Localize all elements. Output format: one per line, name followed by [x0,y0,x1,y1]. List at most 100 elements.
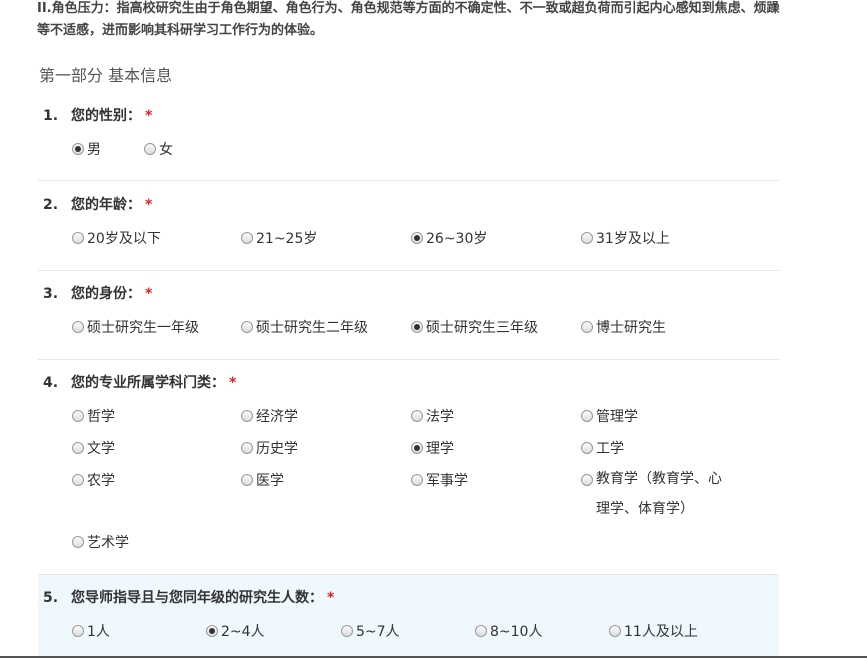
option-label: 21~25岁 [256,231,318,247]
radio-icon[interactable] [72,474,84,486]
question-3: 3. 您的身份： * 硕士研究生一年级 硕士研究生二年级 硕士研究生三年级 博士研究… [38,271,779,360]
option-discipline-history[interactable]: 历史学 [241,438,298,458]
option-discipline-medicine[interactable]: 医学 [241,470,284,490]
option-discipline-science[interactable]: 理学 [411,438,454,458]
radio-icon[interactable] [241,410,253,422]
option-discipline-engineering[interactable]: 工学 [581,438,624,458]
option-label: 法学 [426,409,454,425]
option-label: 教育学（教育学、心理学、体育学） [596,471,722,517]
required-mark: * [229,375,237,391]
question-2: 2. 您的年龄： * 20岁及以下 21~25岁 26~30岁 31岁及以上 [38,181,779,271]
option-label: 2~4人 [221,624,265,640]
question-4-title: 4. 您的专业所属学科门类： * [43,372,236,392]
option-count-5[interactable]: 11人及以上 [609,621,698,641]
option-label: 工学 [596,441,624,457]
radio-icon[interactable] [411,410,423,422]
radio-icon[interactable] [72,321,84,333]
option-age-3[interactable]: 26~30岁 [411,228,487,248]
option-label: 管理学 [596,409,638,425]
option-count-1[interactable]: 1人 [72,621,110,641]
option-label: 31岁及以上 [596,231,670,247]
option-label: 5~7人 [356,624,400,640]
option-discipline-art[interactable]: 艺术学 [72,532,129,552]
option-identity-2[interactable]: 硕士研究生二年级 [241,317,368,337]
question-number: 4. [43,375,59,391]
radio-icon[interactable] [341,625,353,637]
option-discipline-literature[interactable]: 文学 [72,438,115,458]
option-count-3[interactable]: 5~7人 [341,621,400,641]
option-identity-1[interactable]: 硕士研究生一年级 [72,317,199,337]
option-label: 女 [159,142,173,158]
option-label: 理学 [426,441,454,457]
required-mark: * [145,108,153,124]
radio-selected-icon[interactable] [72,143,84,155]
option-label: 26~30岁 [426,231,488,247]
question-text: 您的身份： [71,286,141,302]
option-label: 哲学 [87,409,115,425]
radio-icon[interactable] [72,232,84,244]
option-label: 农学 [87,473,115,489]
question-3-title: 3. 您的身份： * [43,283,152,303]
radio-icon[interactable] [581,321,593,333]
radio-selected-icon[interactable] [411,321,423,333]
option-label: 硕士研究生二年级 [256,320,368,336]
option-label: 20岁及以下 [87,231,161,247]
option-count-2[interactable]: 2~4人 [206,621,265,641]
option-discipline-military[interactable]: 军事学 [411,470,468,490]
radio-icon[interactable] [241,232,253,244]
radio-icon[interactable] [241,442,253,454]
radio-icon[interactable] [581,410,593,422]
radio-icon[interactable] [581,232,593,244]
option-age-1[interactable]: 20岁及以下 [72,228,161,248]
option-discipline-education[interactable]: 教育学（教育学、心理学、体育学） [581,464,731,524]
option-label: 医学 [256,473,284,489]
radio-icon[interactable] [411,474,423,486]
question-1-title: 1. 您的性别： * [43,105,152,125]
option-label: 硕士研究生三年级 [426,320,538,336]
radio-icon[interactable] [581,442,593,454]
option-label: 博士研究生 [596,320,666,336]
option-discipline-management[interactable]: 管理学 [581,406,638,426]
question-5-title: 5. 您导师指导且与您同年级的研究生人数： * [43,587,334,607]
question-number: 3. [43,286,59,302]
radio-selected-icon[interactable] [206,625,218,637]
question-5: 5. 您导师指导且与您同年级的研究生人数： * 1人 2~4人 5~7人 8~10人… [38,575,779,658]
option-label: 11人及以上 [624,624,698,640]
question-text: 您导师指导且与您同年级的研究生人数： [71,590,323,606]
question-4: 4. 您的专业所属学科门类： * 哲学 经济学 法学 管理学 文学 历史学 理学 工… [38,360,779,575]
option-age-2[interactable]: 21~25岁 [241,228,317,248]
radio-icon[interactable] [241,321,253,333]
option-discipline-agriculture[interactable]: 农学 [72,470,115,490]
radio-icon[interactable] [72,536,84,548]
radio-icon[interactable] [609,625,621,637]
option-male[interactable]: 男 [72,139,101,159]
option-label: 军事学 [426,473,468,489]
radio-icon[interactable] [144,143,156,155]
radio-icon[interactable] [581,474,593,486]
question-number: 5. [43,590,59,606]
radio-selected-icon[interactable] [411,232,423,244]
required-mark: * [145,286,153,302]
question-number: 1. [43,108,59,124]
radio-selected-icon[interactable] [411,442,423,454]
option-female[interactable]: 女 [144,139,173,159]
option-label: 文学 [87,441,115,457]
radio-icon[interactable] [72,442,84,454]
intro-text: II.角色压力：指高校研究生由于角色期望、角色行为、角色规范等方面的不确定性、不… [37,1,780,38]
radio-icon[interactable] [475,625,487,637]
option-discipline-philosophy[interactable]: 哲学 [72,406,115,426]
option-discipline-economics[interactable]: 经济学 [241,406,298,426]
option-discipline-law[interactable]: 法学 [411,406,454,426]
option-identity-3[interactable]: 硕士研究生三年级 [411,317,538,337]
option-count-4[interactable]: 8~10人 [475,621,542,641]
radio-icon[interactable] [72,410,84,422]
question-text: 您的年龄： [71,197,141,213]
question-2-title: 2. 您的年龄： * [43,194,152,214]
option-age-4[interactable]: 31岁及以上 [581,228,670,248]
required-mark: * [145,197,153,213]
option-identity-4[interactable]: 博士研究生 [581,317,666,337]
radio-icon[interactable] [241,474,253,486]
option-label: 硕士研究生一年级 [87,320,199,336]
option-label: 8~10人 [490,624,543,640]
radio-icon[interactable] [72,625,84,637]
